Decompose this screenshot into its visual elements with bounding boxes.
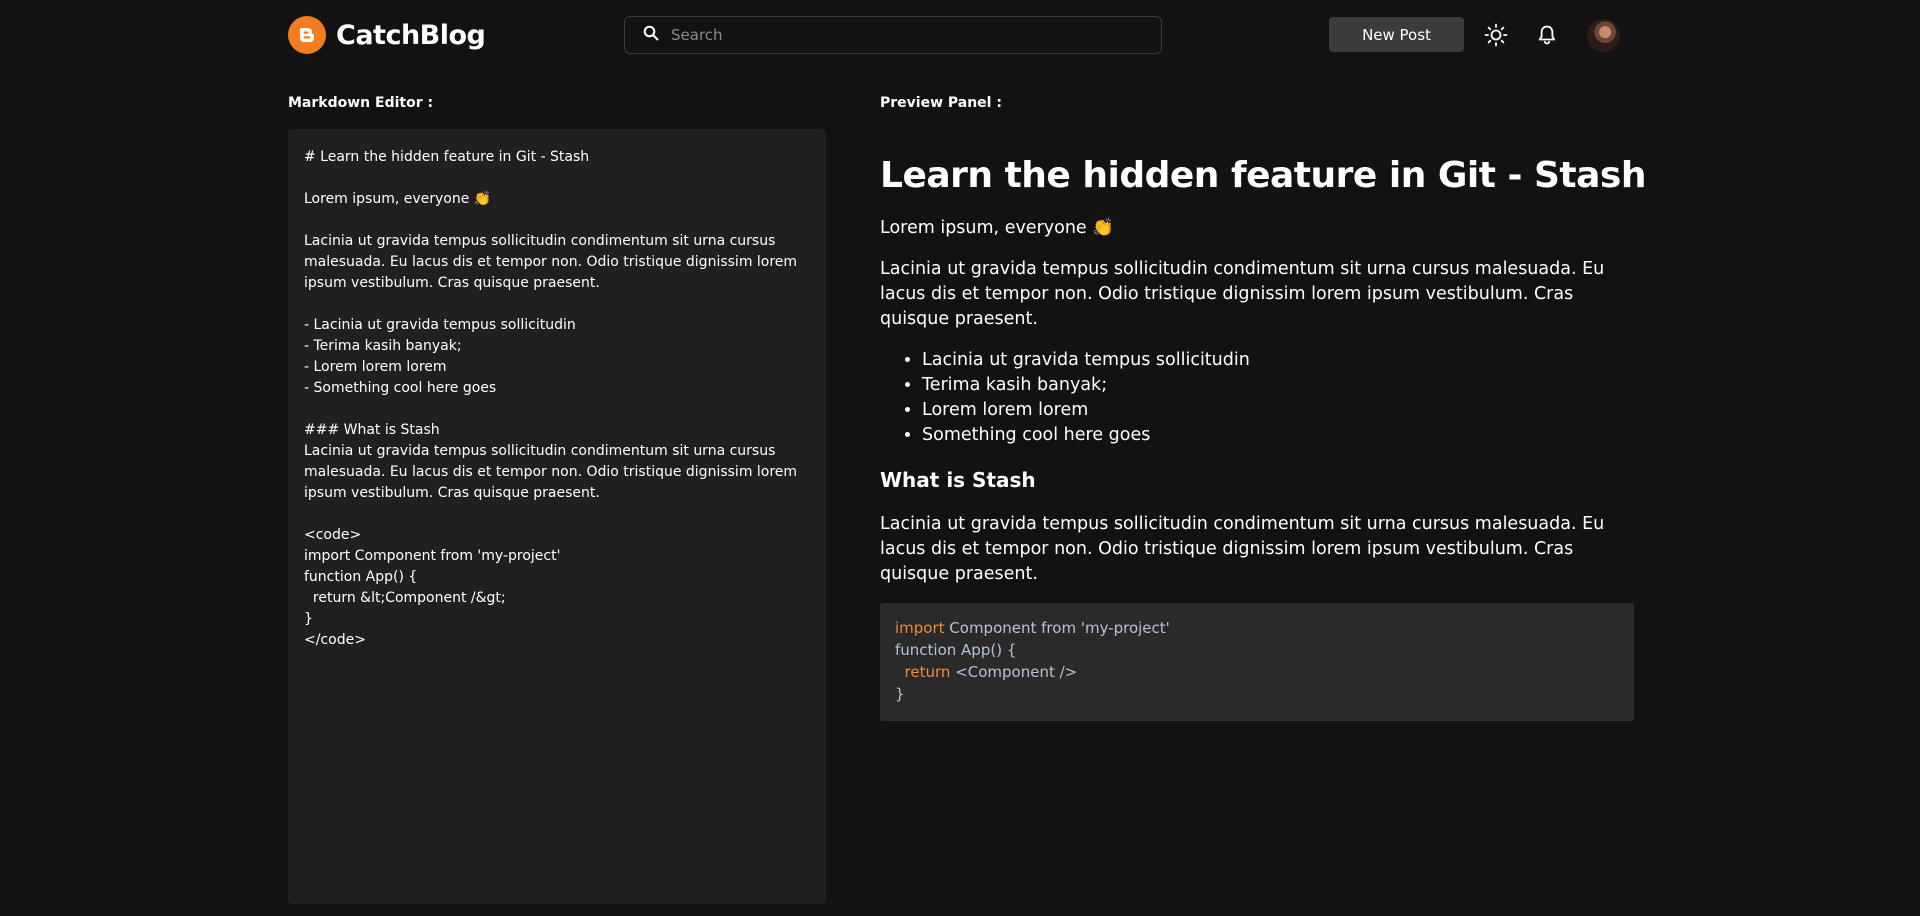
editor-label: Markdown Editor : (288, 95, 434, 111)
code-keyword: return (904, 663, 951, 681)
code-keyword: import (895, 619, 945, 637)
top-header: CatchBlog New Post (0, 0, 1920, 70)
brand[interactable]: CatchBlog (288, 16, 486, 54)
code-line: import Component from 'my-project' (895, 617, 1619, 639)
preview-label: Preview Panel : (880, 95, 1002, 111)
code-text: <Component /> (950, 663, 1078, 681)
preview-intro: Lorem ipsum, everyone 👏 (880, 218, 1115, 238)
list-item: Lacinia ut gravida tempus sollicitudin (922, 348, 1634, 373)
list-item: Terima kasih banyak; (922, 373, 1634, 398)
preview-title: Learn the hidden feature in Git - Stash (880, 155, 1646, 196)
new-post-button[interactable]: New Post (1329, 17, 1464, 52)
code-text: Component from 'my-project' (944, 619, 1170, 637)
preview-subheading: What is Stash (880, 468, 1036, 492)
search-input[interactable] (671, 26, 1131, 44)
code-block: import Component from 'my-project' funct… (880, 603, 1634, 721)
code-line: } (895, 685, 905, 703)
avatar[interactable] (1587, 19, 1620, 52)
preview-paragraph-2: Lacinia ut gravida tempus sollicitudin c… (880, 514, 1605, 584)
blogger-logo-icon (288, 16, 326, 54)
code-line: function App() { (895, 641, 1017, 659)
markdown-editor[interactable]: # Learn the hidden feature in Git - Stas… (288, 129, 826, 904)
preview-paragraph-1: Lacinia ut gravida tempus sollicitudin c… (880, 259, 1605, 329)
list-item: Lorem lorem lorem (922, 398, 1634, 423)
code-line: return <Component /> (895, 661, 1619, 683)
list-item: Something cool here goes (922, 423, 1634, 448)
bell-icon[interactable] (1532, 20, 1562, 50)
preview-panel: Learn the hidden feature in Git - Stash … (880, 150, 1646, 721)
app-root: CatchBlog New Post (0, 0, 1920, 916)
sun-icon[interactable] (1481, 20, 1511, 50)
brand-name: CatchBlog (336, 19, 486, 51)
search-icon (643, 25, 659, 45)
editor-content[interactable]: # Learn the hidden feature in Git - Stas… (304, 147, 810, 651)
preview-list: Lacinia ut gravida tempus sollicitudin T… (922, 348, 1634, 448)
search-bar[interactable] (624, 16, 1162, 54)
